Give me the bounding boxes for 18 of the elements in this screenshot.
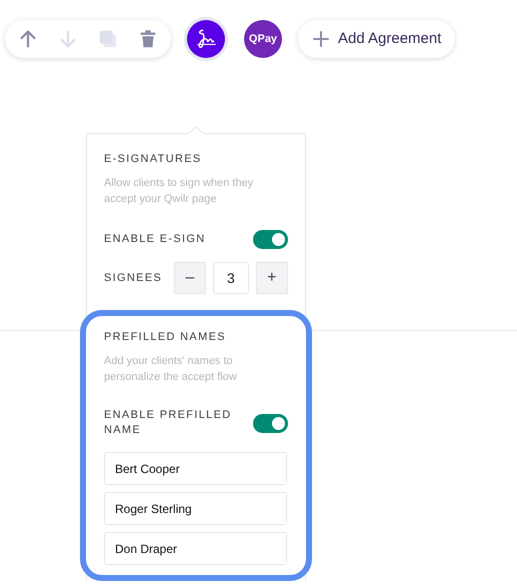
- signees-field[interactable]: 3: [213, 262, 249, 294]
- toggle-switch[interactable]: [253, 230, 288, 249]
- stepper-label: SIGNEES: [104, 270, 164, 286]
- increment-button[interactable]: +: [256, 262, 288, 294]
- name-field[interactable]: Roger Sterling: [104, 492, 287, 525]
- name-field[interactable]: Bert Cooper: [104, 452, 287, 485]
- add-agreement-button[interactable]: Add Agreement: [298, 20, 456, 58]
- section-title: E-SIGNATURES: [104, 152, 203, 167]
- signature-block-button[interactable]: [184, 17, 228, 61]
- plus-icon: [312, 30, 330, 48]
- toggle-label: ENABLE E-SIGN: [104, 232, 206, 247]
- section-title: PREFILLED NAMES: [104, 330, 227, 345]
- section-description: Add your clients' names to personalize the accept flow: [104, 354, 238, 385]
- decrement-button[interactable]: –: [174, 262, 206, 294]
- name-field[interactable]: Don Draper: [104, 532, 287, 565]
- section-description: Allow clients to sign when they accept your Qwilr page: [104, 176, 254, 207]
- toggle-label: ENABLE PREFILLED NAME: [104, 408, 232, 438]
- toggle-switch[interactable]: [253, 414, 288, 432]
